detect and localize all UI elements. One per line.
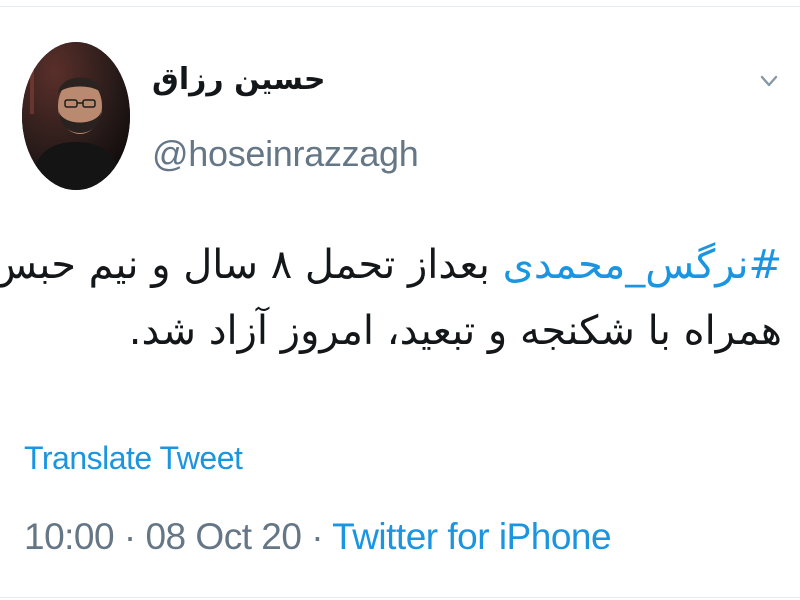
author-handle[interactable]: @hoseinrazzagh (152, 133, 419, 175)
meta-separator: · (114, 516, 146, 557)
author-display-name[interactable]: حسین رزاق (152, 62, 325, 97)
hashtag-link[interactable]: #نرگس_محمدی (503, 242, 782, 288)
translate-tweet-link[interactable]: Translate Tweet (24, 440, 243, 477)
tweet-date[interactable]: 08 Oct 20 (145, 516, 301, 557)
top-divider (0, 6, 800, 7)
tweet-text-line-1-rest: بعداز تحمل ۸ سال و نیم حبس (0, 242, 503, 288)
tweet-source-link[interactable]: Twitter for iPhone (332, 516, 611, 557)
tweet-time[interactable]: 10:00 (24, 516, 115, 557)
tweet-text: #نرگس_محمدی بعداز تحمل ۸ سال و نیم حبس ه… (0, 232, 782, 364)
avatar[interactable] (22, 42, 130, 190)
chevron-down-icon[interactable] (756, 68, 782, 94)
tweet-card: حسین رزاق @hoseinrazzagh #نرگس_محمدی بعد… (0, 0, 800, 600)
tweet-text-line-1: #نرگس_محمدی بعداز تحمل ۸ سال و نیم حبس (0, 232, 782, 298)
tweet-metadata: 10:00 · 08 Oct 20 · Twitter for iPhone (24, 516, 612, 558)
tweet-text-line-2: همراه با شکنجه و تبعید، امروز آزاد شد. (128, 308, 782, 354)
bottom-divider (0, 597, 800, 598)
meta-separator: · (301, 516, 333, 557)
